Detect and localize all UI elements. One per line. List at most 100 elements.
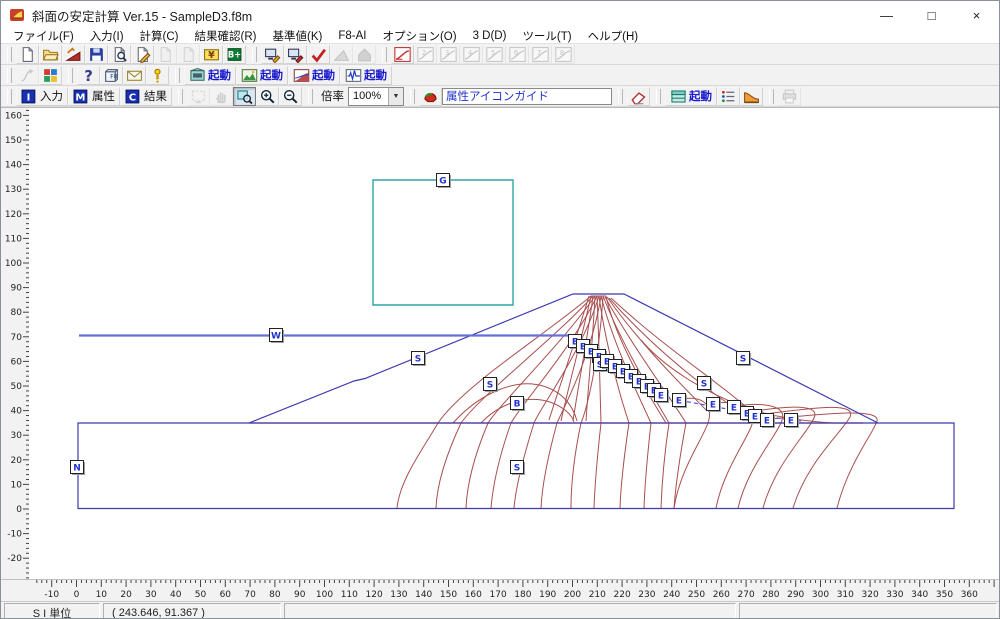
- calc-check[interactable]: [307, 45, 330, 64]
- slope-attribute[interactable]: [740, 87, 763, 106]
- toolbar-gripper[interactable]: [7, 47, 12, 62]
- svg-text:E: E: [731, 404, 737, 414]
- drawing-canvas[interactable]: GWNSSBSSSEEEESEEEEEEEEEEEEEEE: [29, 108, 1000, 579]
- menu-item-3d[interactable]: 3 D(D): [465, 30, 515, 42]
- toolbar-gripper[interactable]: [175, 68, 180, 83]
- point-label-W[interactable]: W: [270, 329, 285, 344]
- svg-text:160: 160: [5, 111, 22, 121]
- point-label-G[interactable]: G: [437, 174, 452, 189]
- new-file[interactable]: [16, 45, 39, 64]
- analysis-type-1[interactable]: [391, 45, 414, 64]
- toolbar-gripper[interactable]: [7, 89, 12, 104]
- point-label-E[interactable]: E: [673, 394, 688, 409]
- layer-list[interactable]: [717, 87, 740, 106]
- toolbar-gripper[interactable]: [410, 89, 415, 104]
- status-message: [284, 603, 736, 619]
- toolbar-gripper[interactable]: [769, 89, 774, 104]
- maximize-button[interactable]: □: [909, 1, 954, 29]
- help-tool[interactable]: ?: [77, 66, 100, 85]
- svg-text:230: 230: [638, 590, 655, 600]
- attribute-guide[interactable]: [442, 88, 612, 105]
- point-label-E[interactable]: E: [655, 389, 670, 404]
- open-file[interactable]: [39, 45, 62, 64]
- mode-attribute[interactable]: M属性: [68, 87, 120, 106]
- point-label-B[interactable]: B: [511, 397, 526, 412]
- attribute-palette[interactable]: [419, 87, 442, 106]
- svg-text:70: 70: [11, 333, 23, 343]
- toolbar-gripper[interactable]: [656, 89, 661, 104]
- svg-text:E: E: [764, 417, 770, 427]
- zoom-out[interactable]: [279, 87, 302, 106]
- report-2: [177, 45, 200, 64]
- menu-item-standard-values[interactable]: 基準値(K): [264, 28, 330, 44]
- menu-item-tools[interactable]: ツール(T): [514, 28, 579, 44]
- toolbar-gripper[interactable]: [178, 89, 183, 104]
- toolbar-gripper[interactable]: [618, 89, 623, 104]
- calc-settings[interactable]: [261, 45, 284, 64]
- point-label-S[interactable]: S: [412, 352, 427, 367]
- menu-item-result-check[interactable]: 結果確認(R): [187, 28, 265, 44]
- svg-text:130: 130: [5, 185, 22, 195]
- svg-text:320: 320: [862, 590, 879, 600]
- toolbar-gripper[interactable]: [308, 89, 313, 104]
- menu-item-calc[interactable]: 計算(C): [132, 28, 187, 44]
- launch-terrain[interactable]: 起動: [236, 66, 288, 85]
- point-label-N[interactable]: N: [71, 461, 86, 476]
- calc-settings-2[interactable]: [284, 45, 307, 64]
- import-slope[interactable]: [62, 45, 85, 64]
- notice[interactable]: [146, 66, 169, 85]
- point-label-E[interactable]: E: [728, 401, 743, 416]
- slope-color-icon: [293, 67, 310, 84]
- legend-grid[interactable]: [39, 66, 62, 85]
- svg-text:210: 210: [589, 590, 606, 600]
- point-label-E[interactable]: E: [761, 414, 776, 429]
- sbox7-icon: 7: [532, 46, 549, 63]
- toolbar-gripper[interactable]: [252, 47, 257, 62]
- point-label-S[interactable]: S: [511, 461, 526, 476]
- launch-slope[interactable]: 起動: [288, 66, 340, 85]
- save-file[interactable]: [85, 45, 108, 64]
- launch-uc1[interactable]: 起動: [184, 66, 236, 85]
- zoom-region[interactable]: [233, 87, 256, 106]
- home-view: [353, 45, 376, 64]
- mail[interactable]: [123, 66, 146, 85]
- status-coordinates: ( 243.646, 91.367 ): [103, 603, 281, 619]
- eraser-tool[interactable]: [627, 87, 650, 106]
- minimize-button[interactable]: —: [864, 1, 909, 29]
- menu-item-help[interactable]: ヘルプ(H): [580, 28, 646, 44]
- menu-item-input[interactable]: 入力(I): [82, 28, 132, 44]
- zoom-in[interactable]: [256, 87, 279, 106]
- point-label-S[interactable]: S: [698, 377, 713, 392]
- point-label-E[interactable]: E: [785, 414, 800, 429]
- toolbar-gripper[interactable]: [7, 68, 12, 83]
- launch-wave[interactable]: 起動: [340, 66, 392, 85]
- svg-text:80: 80: [269, 590, 281, 600]
- print-preview[interactable]: [108, 45, 131, 64]
- analysis-type-5: 5: [483, 45, 506, 64]
- svg-text:3: 3: [445, 48, 449, 56]
- toolbar-group: ¥B+: [3, 44, 248, 64]
- window-controls: — □ ×: [864, 1, 999, 29]
- zoom-level[interactable]: 100%▼: [348, 87, 404, 106]
- point-label-S[interactable]: S: [737, 352, 752, 367]
- status-bar: S I 単位 ( 243.646, 91.367 ): [1, 601, 999, 619]
- app-icon: [9, 7, 25, 23]
- point-label-S[interactable]: S: [484, 378, 499, 393]
- menu-item-f8-ai[interactable]: F8-AI: [330, 30, 374, 42]
- cost-calc[interactable]: ¥: [200, 45, 223, 64]
- toolbar-gripper[interactable]: [68, 68, 73, 83]
- menu-item-options[interactable]: オプション(O): [374, 28, 464, 44]
- close-button[interactable]: ×: [954, 1, 999, 29]
- f8-output[interactable]: F8: [100, 66, 123, 85]
- mode-input[interactable]: I入力: [16, 87, 68, 106]
- edit-document[interactable]: [131, 45, 154, 64]
- menu-item-file[interactable]: ファイル(F): [5, 28, 82, 44]
- toolbar-gripper[interactable]: [382, 47, 387, 62]
- chevron-down-icon[interactable]: ▼: [388, 88, 403, 105]
- mode-result[interactable]: C結果: [120, 87, 172, 106]
- launch-grid[interactable]: 起動: [665, 87, 717, 106]
- svg-text:S: S: [487, 381, 493, 391]
- window-title: 斜面の安定計算 Ver.15 - SampleD3.f8m: [32, 6, 252, 25]
- b-plus[interactable]: B+: [223, 45, 246, 64]
- point-label-E[interactable]: E: [707, 398, 722, 413]
